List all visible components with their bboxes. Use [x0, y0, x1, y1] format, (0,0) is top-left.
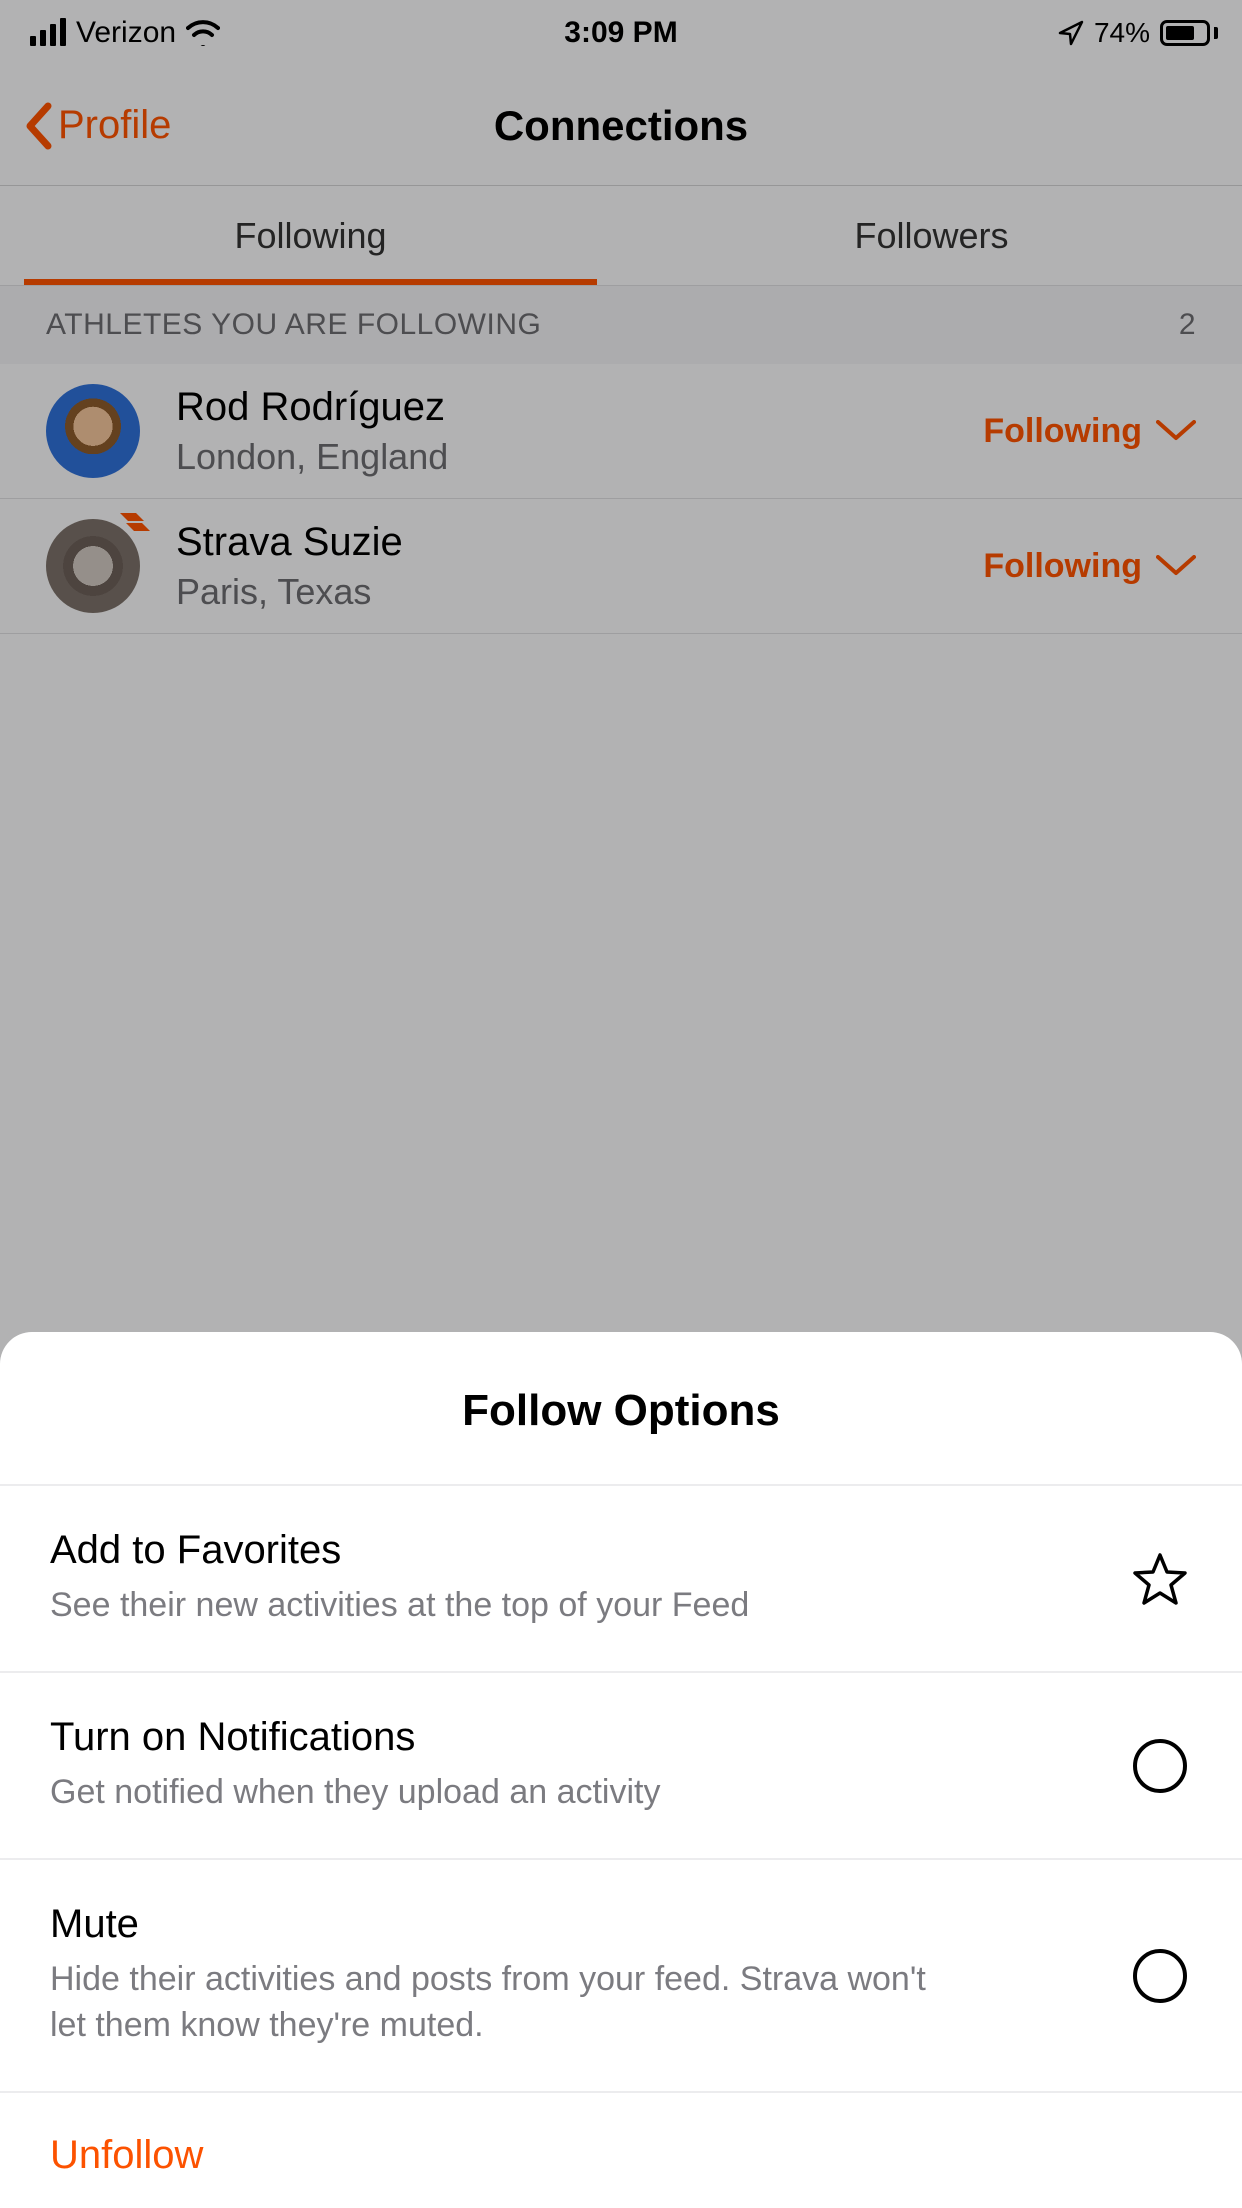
athlete-name: Rod Rodríguez [176, 385, 947, 430]
following-label: Following [983, 547, 1142, 586]
status-left: Verizon [30, 16, 220, 50]
tab-following-label: Following [234, 215, 386, 257]
cell-signal-icon [30, 20, 66, 46]
tab-followers-label: Followers [854, 215, 1008, 257]
page-title: Connections [494, 102, 748, 150]
option-title: Mute [50, 1902, 1088, 1947]
option-subtitle: Hide their activities and posts from you… [50, 1957, 970, 2049]
status-bar: Verizon 3:09 PM 74% [0, 0, 1242, 66]
option-add-to-favorites[interactable]: Add to Favorites See their new activitie… [0, 1486, 1242, 1673]
carrier-label: Verizon [76, 16, 176, 50]
option-turn-on-notifications[interactable]: Turn on Notifications Get notified when … [0, 1673, 1242, 1860]
avatar [46, 519, 140, 613]
chevron-down-icon [1156, 420, 1196, 442]
section-header: ATHLETES YOU ARE FOLLOWING 2 [0, 286, 1242, 364]
option-title: Add to Favorites [50, 1528, 1088, 1573]
chevron-down-icon [1156, 555, 1196, 577]
tab-followers[interactable]: Followers [621, 186, 1242, 285]
option-subtitle: See their new activities at the top of y… [50, 1583, 970, 1629]
section-count: 2 [1179, 308, 1196, 342]
option-title: Turn on Notifications [50, 1715, 1088, 1760]
strava-badge-icon [116, 509, 150, 543]
radio-unchecked-icon [1128, 1944, 1192, 2008]
location-arrow-icon [1058, 20, 1084, 46]
list-item[interactable]: Rod Rodríguez London, England Following [0, 364, 1242, 499]
back-label: Profile [58, 103, 171, 148]
follow-options-sheet: Follow Options Add to Favorites See thei… [0, 1332, 1242, 2208]
athlete-list: Rod Rodríguez London, England Following … [0, 364, 1242, 634]
status-right: 74% [1058, 17, 1218, 49]
battery-pct-label: 74% [1094, 17, 1150, 49]
unfollow-label: Unfollow [50, 2133, 203, 2177]
athlete-location: Paris, Texas [176, 571, 947, 613]
chevron-left-icon [24, 102, 52, 150]
athlete-info: Strava Suzie Paris, Texas [176, 520, 947, 613]
section-title: ATHLETES YOU ARE FOLLOWING [46, 308, 541, 342]
list-item[interactable]: Strava Suzie Paris, Texas Following [0, 499, 1242, 634]
tab-following[interactable]: Following [0, 186, 621, 285]
following-label: Following [983, 412, 1142, 451]
following-dropdown[interactable]: Following [983, 547, 1196, 586]
athlete-location: London, England [176, 436, 947, 478]
radio-unchecked-icon [1128, 1734, 1192, 1798]
option-subtitle: Get notified when they upload an activit… [50, 1770, 970, 1816]
status-time: 3:09 PM [564, 16, 677, 50]
wifi-icon [186, 20, 220, 46]
nav-header: Profile Connections [0, 66, 1242, 186]
athlete-name: Strava Suzie [176, 520, 947, 565]
following-dropdown[interactable]: Following [983, 412, 1196, 451]
option-mute[interactable]: Mute Hide their activities and posts fro… [0, 1860, 1242, 2093]
sheet-title: Follow Options [0, 1332, 1242, 1486]
tabs: Following Followers [0, 186, 1242, 286]
battery-icon [1160, 20, 1218, 46]
athlete-info: Rod Rodríguez London, England [176, 385, 947, 478]
star-icon [1128, 1547, 1192, 1611]
avatar [46, 384, 140, 478]
back-button[interactable]: Profile [24, 102, 171, 150]
unfollow-button[interactable]: Unfollow [0, 2093, 1242, 2188]
